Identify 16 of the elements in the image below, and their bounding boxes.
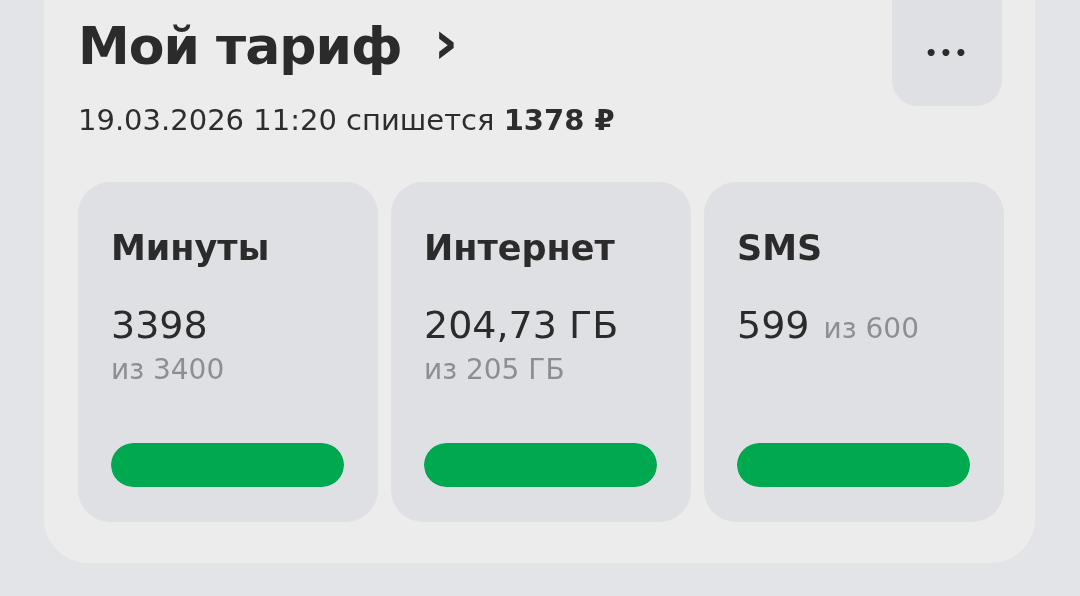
counter-card[interactable]: SMS 599 из 600 (704, 182, 1004, 522)
counter-limit: из 3400 (111, 353, 225, 386)
chevron-icon[interactable]: › (429, 12, 463, 80)
counter-title: Интернет (424, 227, 616, 270)
charge-info: 19.03.2026 11:20 спишется 1378 ₽ (78, 102, 616, 139)
counter-title: Минуты (111, 227, 271, 270)
counter-value: 3398 (111, 303, 208, 347)
counter-card[interactable]: Минуты 3398 из 3400 (78, 182, 378, 522)
counter-value: 204,73 ГБ (424, 303, 619, 347)
counter-title: SMS (737, 227, 824, 270)
counter-card[interactable]: Интернет 204,73 ГБ из 205 ГБ (391, 182, 691, 522)
more-button[interactable]: ••• (892, 0, 1002, 106)
counter-value: 599 (737, 302, 810, 349)
tariff-title[interactable]: Мой тариф (78, 13, 402, 79)
counter-limit: из 600 (823, 311, 919, 347)
counter-limit: из 205 ГБ (424, 353, 565, 386)
